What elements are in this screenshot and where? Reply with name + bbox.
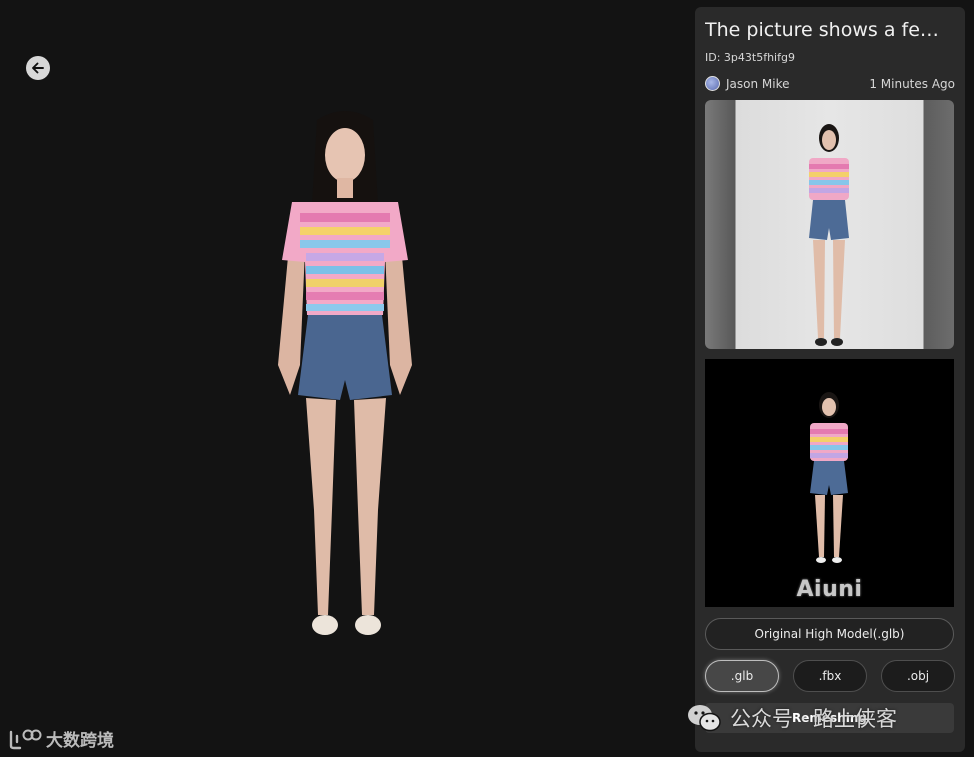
arrow-left-icon: [32, 62, 44, 74]
source-photo-figure: [809, 124, 849, 346]
wechat-text: 公众号 · 路上侠客: [730, 707, 898, 731]
model-id: ID: 3p43t5fhifg9: [705, 51, 795, 64]
model-preview-figure[interactable]: [270, 110, 420, 650]
avatar: [705, 76, 720, 91]
render-preview-thumbnail[interactable]: Aiuni: [705, 359, 954, 607]
author-info[interactable]: Jason Mike: [705, 76, 790, 91]
download-original-button[interactable]: Original High Model(.glb): [705, 618, 954, 650]
render-figure: [810, 392, 848, 563]
render-watermark: Aiuni: [796, 577, 863, 602]
timestamp: 1 Minutes Ago: [869, 76, 955, 91]
wechat-icon: [688, 705, 721, 732]
logo-watermark: 大数跨境: [8, 726, 114, 751]
author-name: Jason Mike: [726, 76, 790, 91]
model-viewport[interactable]: [0, 0, 690, 757]
author-row: Jason Mike 1 Minutes Ago: [705, 76, 955, 91]
brand-logo-icon: [9, 729, 42, 749]
format-obj-button[interactable]: .obj: [881, 660, 955, 692]
wechat-watermark: 公众号 · 路上侠客: [686, 703, 897, 733]
model-title: The picture shows a femal...: [705, 19, 955, 41]
back-button[interactable]: [26, 56, 50, 80]
format-selector: .glb .fbx .obj: [705, 660, 955, 692]
source-image-thumbnail[interactable]: [705, 100, 954, 349]
format-fbx-button[interactable]: .fbx: [793, 660, 867, 692]
logo-text: 大数跨境: [46, 731, 114, 751]
format-glb-button[interactable]: .glb: [705, 660, 779, 692]
model-details-panel: The picture shows a femal... ID: 3p43t5f…: [695, 7, 965, 752]
